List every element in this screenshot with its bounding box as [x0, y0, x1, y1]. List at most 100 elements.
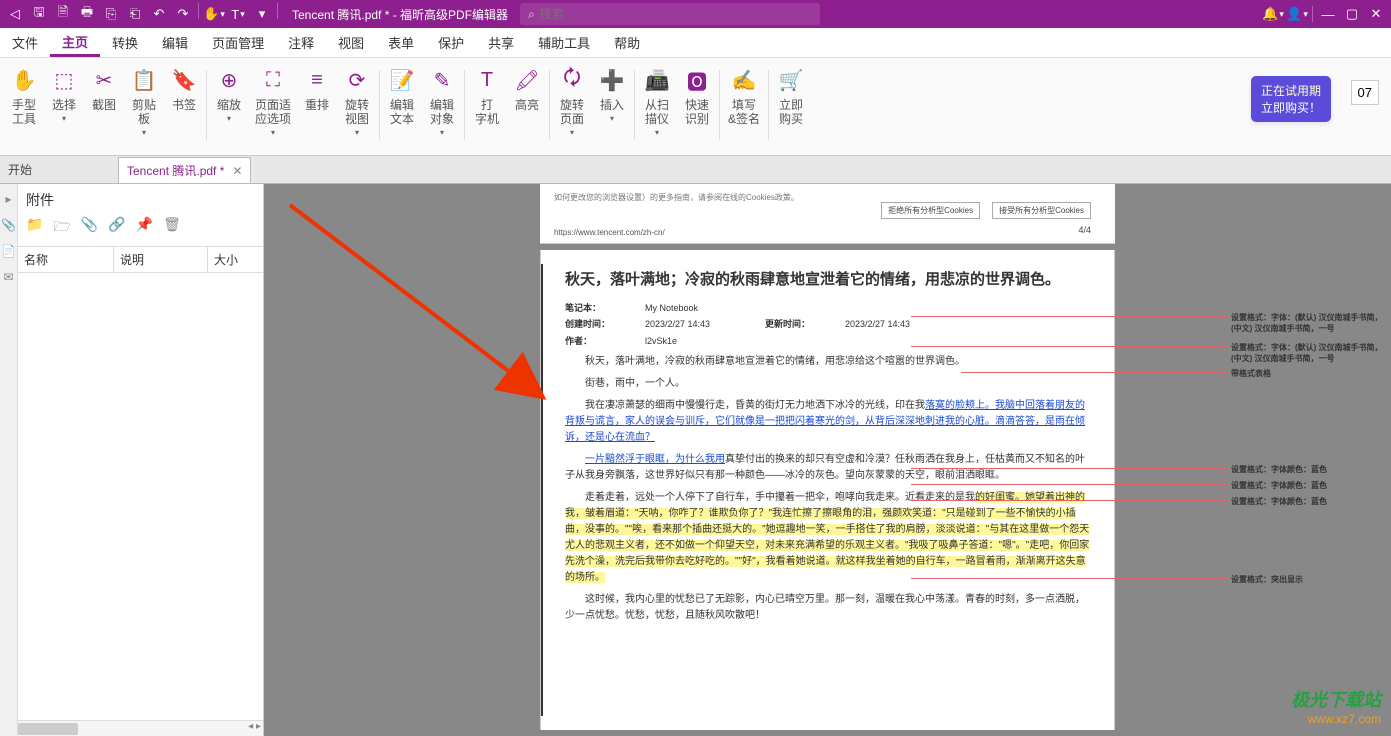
search-box[interactable]: ⌕	[520, 3, 820, 25]
tool-hand[interactable]: ✋手型工具	[4, 66, 44, 148]
comments-strip: 设置格式：字体：(默认) 汉仪南城手书简，(中文) 汉仪南城手书简，一号 设置格…	[1111, 250, 1391, 730]
maximize-button[interactable]: ▢	[1341, 3, 1363, 25]
att-open-icon[interactable]: 🗁	[53, 216, 70, 240]
window-title: Tencent 腾讯.pdf * - 福昕高级PDF编辑器	[292, 6, 508, 23]
export-word-icon[interactable]: ⎗	[124, 3, 146, 25]
user-icon[interactable]: 👤▾	[1286, 3, 1308, 25]
attachments-toolbar: 📁 🗁 📎 🔗 📌 🗑	[18, 216, 263, 246]
rotate-icon: ⟳	[343, 66, 371, 94]
att-attach-icon[interactable]: 📎	[81, 216, 98, 240]
menu-edit[interactable]: 编辑	[150, 28, 200, 57]
tool-bookmark[interactable]: 🔖书签	[164, 66, 204, 148]
zoom-icon: ⊕	[215, 66, 243, 94]
watermark: 极光下载站 www.xz7.com	[1291, 686, 1381, 726]
tool-highlight[interactable]: 🖍高亮	[507, 66, 547, 148]
comment-7[interactable]: 设置格式：突出显示	[1231, 574, 1303, 585]
panel-toggle-4[interactable]: ✉	[3, 270, 13, 284]
menu-protect[interactable]: 保护	[426, 28, 476, 57]
save-icon[interactable]: 🖫	[28, 3, 50, 25]
tool-insert[interactable]: ➕插入▾	[592, 66, 632, 148]
prev-url: https://www.tencent.com/zh-cn/	[554, 228, 665, 237]
tool-fill-sign[interactable]: ✍填写&签名	[722, 66, 766, 148]
attachments-panel: 附件 📁 🗁 📎 🔗 📌 🗑 名称 说明 大小 ◂ ▸	[18, 184, 264, 736]
tool-typewriter[interactable]: T打字机	[467, 66, 507, 148]
tool-clipboard[interactable]: 📋剪贴板▾	[124, 66, 164, 148]
tool-select[interactable]: ⬚选择▾	[44, 66, 84, 148]
att-link-icon[interactable]: 🔗	[108, 216, 125, 240]
comment-4[interactable]: 设置格式：字体颜色：蓝色	[1231, 464, 1327, 475]
tool-screenshot[interactable]: ✂截图	[84, 66, 124, 148]
att-new-folder-icon[interactable]: 📁	[26, 216, 43, 240]
tool-rotate-page[interactable]: 🗘旋转页面▾	[552, 66, 592, 148]
prev-page-number: 4/4	[1078, 225, 1091, 235]
comment-3[interactable]: 带格式表格	[1231, 368, 1271, 379]
prev-btn-reject[interactable]: 拒绝所有分析型Cookies	[881, 202, 980, 219]
font-icon[interactable]: T▾	[227, 3, 249, 25]
tool-zoom[interactable]: ⊕缩放▾	[209, 66, 249, 148]
menu-annotate[interactable]: 注释	[276, 28, 326, 57]
close-button[interactable]: ✕	[1365, 3, 1387, 25]
bell-icon[interactable]: 🔔▾	[1262, 3, 1284, 25]
menu-convert[interactable]: 转换	[100, 28, 150, 57]
menu-view[interactable]: 视图	[326, 28, 376, 57]
attachments-columns: 名称 说明 大小	[18, 246, 263, 273]
prev-btn-accept[interactable]: 接受所有分析型Cookies	[992, 202, 1091, 219]
ocr-icon: 🅾	[683, 66, 711, 94]
export-icon[interactable]: ⎘	[100, 3, 122, 25]
comment-2[interactable]: 设置格式：字体：(默认) 汉仪南城手书简，(中文) 汉仪南城手书简，一号	[1231, 342, 1391, 364]
redo-icon[interactable]: ↷	[172, 3, 194, 25]
insert-icon: ➕	[598, 66, 626, 94]
tool-rotate-view[interactable]: ⟳旋转视图▾	[337, 66, 377, 148]
att-col-desc[interactable]: 说明	[114, 247, 208, 272]
tool-edit-object[interactable]: ✎编辑对象▾	[422, 66, 462, 148]
menu-form[interactable]: 表单	[376, 28, 426, 57]
att-pin-icon[interactable]: 📌	[136, 216, 153, 240]
tab-start[interactable]: 开始	[0, 155, 118, 183]
panel-toggle-1[interactable]: ▸	[5, 192, 11, 206]
sign-icon: ✍	[730, 66, 758, 94]
scrollbar-thumb[interactable]	[18, 723, 78, 735]
menu-help[interactable]: 帮助	[602, 28, 652, 57]
tab-close-icon[interactable]: ✕	[232, 164, 242, 178]
search-input[interactable]	[540, 7, 812, 21]
doc-p2: 街巷，雨中，一个人。	[565, 376, 1090, 392]
page-view[interactable]: 如何更改您的浏览器设置）的更多指南，请参阅在线的Cookies政策。 拒绝所有分…	[264, 184, 1391, 736]
trial-banner[interactable]: 正在试用期 立即购买！	[1251, 76, 1331, 122]
clipboard-icon: 📋	[130, 66, 158, 94]
back-icon[interactable]: ◁	[4, 3, 26, 25]
menu-accessibility[interactable]: 辅助工具	[526, 28, 602, 57]
hand-icon[interactable]: ✋▾	[203, 3, 225, 25]
doc-heading: 秋天，落叶满地；冷寂的秋雨肆意地宣泄着它的情绪，用悲凉的世界调色。	[565, 270, 1090, 291]
tab-document[interactable]: Tencent 腾讯.pdf * ✕	[118, 157, 251, 183]
attachments-body	[18, 273, 263, 720]
menu-share[interactable]: 共享	[476, 28, 526, 57]
tool-fit[interactable]: ⛶页面适应选项▾	[249, 66, 297, 148]
panel-toggle-3[interactable]: 📄	[1, 244, 16, 258]
save-as-icon[interactable]: 🗎	[52, 3, 74, 25]
comment-6[interactable]: 设置格式：字体颜色：蓝色	[1231, 496, 1327, 507]
tool-ocr[interactable]: 🅾快速识别	[677, 66, 717, 148]
att-col-name[interactable]: 名称	[18, 247, 114, 272]
comment-5[interactable]: 设置格式：字体颜色：蓝色	[1231, 480, 1327, 491]
undo-icon[interactable]: ↶	[148, 3, 170, 25]
menu-home[interactable]: 主页	[50, 28, 100, 57]
tool-from-scanner[interactable]: 📠从扫描仪▾	[637, 66, 677, 148]
att-delete-icon[interactable]: 🗑	[163, 216, 181, 240]
attachments-hscroll[interactable]: ◂ ▸	[18, 720, 263, 736]
doc-p3: 我在凄凉萧瑟的细雨中慢慢行走，昏黄的街灯无力地洒下冰冷的光线，印在我落寞的脸颊上…	[565, 398, 1090, 446]
menu-page-manage[interactable]: 页面管理	[200, 28, 276, 57]
content-area: ▸ 📎 📄 ✉ 附件 📁 🗁 📎 🔗 📌 🗑 名称 说明 大小 ◂ ▸ 如何更改…	[0, 184, 1391, 736]
minimize-button[interactable]: —	[1317, 3, 1339, 25]
tab-document-label: Tencent 腾讯.pdf *	[127, 162, 224, 179]
tool-buy[interactable]: 🛒立即购买	[771, 66, 811, 148]
comment-1[interactable]: 设置格式：字体：(默认) 汉仪南城手书简，(中文) 汉仪南城手书简，一号	[1231, 312, 1391, 334]
qat-more-icon[interactable]: ▾	[251, 3, 273, 25]
panel-toggle-2[interactable]: 📎	[1, 218, 16, 232]
typewriter-icon: T	[473, 66, 501, 94]
tool-edit-text[interactable]: 📝编辑文本	[382, 66, 422, 148]
page-main: 秋天，落叶满地；冷寂的秋雨肆意地宣泄着它的情绪，用悲凉的世界调色。 笔记本：My…	[540, 250, 1115, 730]
print-icon[interactable]: 🖶	[76, 3, 98, 25]
menu-file[interactable]: 文件	[0, 28, 50, 57]
att-col-size[interactable]: 大小	[208, 247, 256, 272]
tool-reflow[interactable]: ≡重排	[297, 66, 337, 148]
